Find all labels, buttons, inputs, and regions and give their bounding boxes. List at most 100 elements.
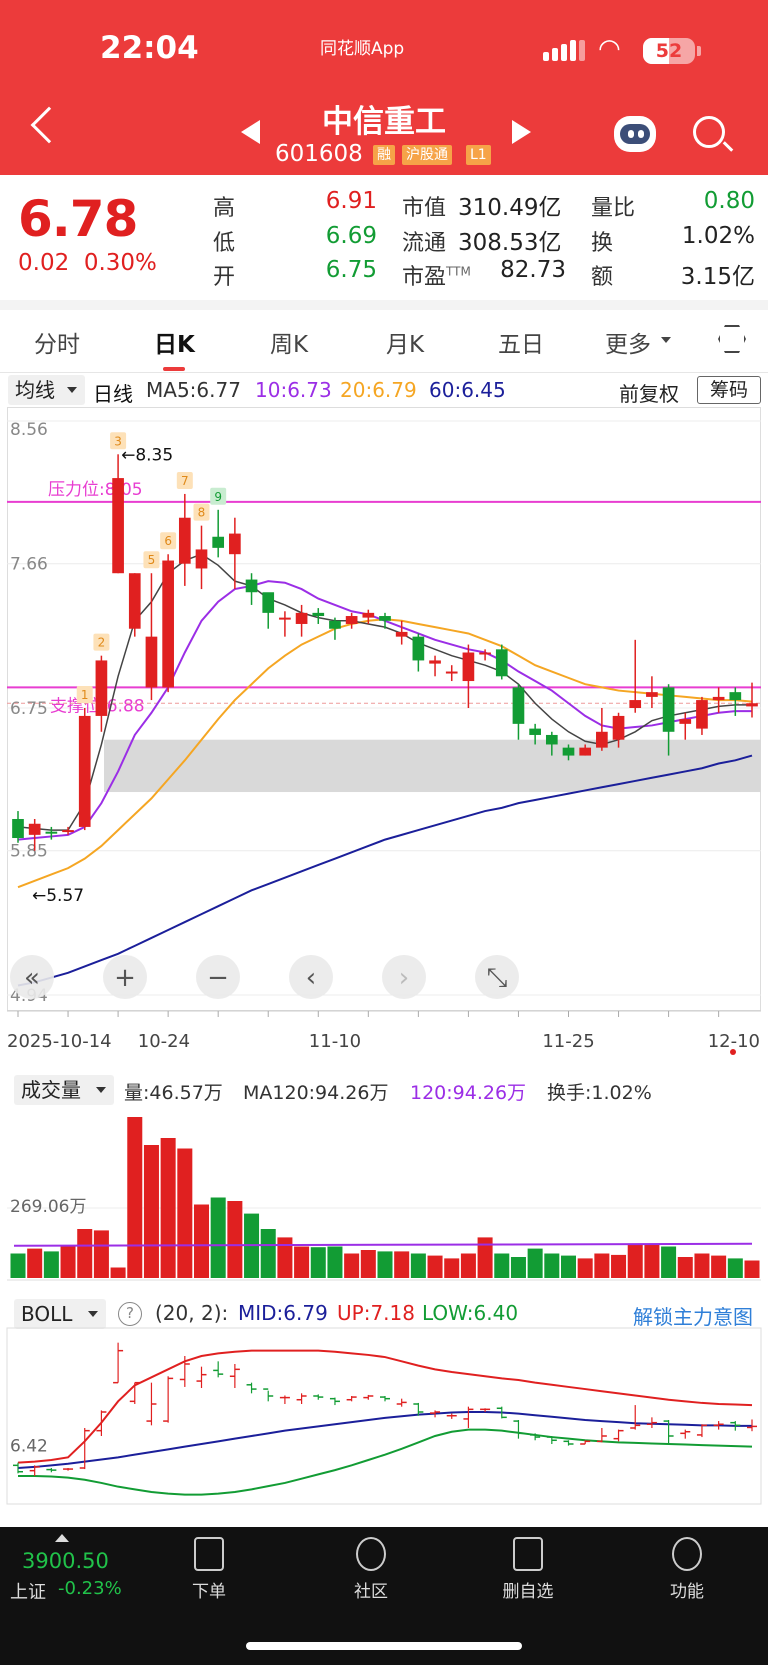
- candle-body: [212, 536, 225, 548]
- x-axis-label: 10-24: [138, 1031, 190, 1052]
- sequence-marker: 5: [148, 553, 156, 567]
- candle-body: [395, 631, 408, 637]
- candle-body: [579, 747, 592, 756]
- candle-body: [245, 579, 258, 593]
- index-change: -0.23%: [58, 1578, 122, 1599]
- candle-body: [362, 612, 375, 618]
- boll-low-line: [18, 1428, 753, 1496]
- candle-body: [229, 533, 241, 555]
- star-circle-icon: [356, 1537, 386, 1571]
- volume-bar: [377, 1251, 393, 1278]
- scroll-start-button[interactable]: «: [10, 955, 54, 999]
- volume-bar: [611, 1254, 627, 1278]
- index-name: 上证: [10, 1582, 46, 1603]
- nav-remove-watchlist[interactable]: 删自选: [478, 1537, 578, 1602]
- boll-chart[interactable]: 6.42: [0, 1290, 768, 1505]
- volume-bar: [694, 1253, 710, 1278]
- scroll-right-button[interactable]: ›: [382, 955, 426, 999]
- volume-bar: [210, 1197, 226, 1278]
- candle-body: [45, 831, 58, 834]
- scroll-start-icon: «: [24, 963, 40, 993]
- candle-body: [312, 612, 325, 617]
- sequence-marker: 8: [198, 506, 206, 520]
- volume-bar: [394, 1251, 410, 1278]
- candle-body: [495, 649, 508, 677]
- volume-value: 量:46.57万: [124, 1082, 223, 1104]
- index-value[interactable]: 3900.50: [22, 1549, 109, 1573]
- volume-bar: [477, 1237, 493, 1278]
- nav-community-label: 社区: [354, 1582, 388, 1602]
- candle-body: [429, 660, 441, 664]
- x-axis-label: 2025-10-14: [7, 1031, 112, 1052]
- volume-bar: [127, 1117, 143, 1278]
- zoom-in-button[interactable]: +: [103, 955, 147, 999]
- chevron-down-icon: [96, 1087, 106, 1093]
- candle-body: [545, 734, 558, 745]
- candle-body: [112, 478, 124, 574]
- volume-bar: [661, 1246, 677, 1278]
- x-axis-label: 11-10: [309, 1031, 361, 1052]
- volume-bar: [644, 1244, 660, 1278]
- volume-bar: [594, 1253, 610, 1278]
- candle-body: [28, 823, 41, 835]
- zoom-in-icon: +: [114, 963, 136, 993]
- candle-body: [629, 700, 642, 708]
- candle-body: [445, 671, 458, 674]
- x-axis-label: 11-25: [542, 1031, 594, 1052]
- sequence-marker: 2: [98, 636, 106, 650]
- volume-bar: [444, 1258, 460, 1278]
- support-zone: [104, 739, 761, 793]
- volume-bar: [93, 1230, 109, 1278]
- candle-body: [279, 617, 291, 620]
- boll-y-label: 6.42: [10, 1437, 48, 1457]
- volume-bar: [143, 1145, 159, 1278]
- volume-bar: [227, 1201, 243, 1278]
- volume-bar: [327, 1246, 343, 1278]
- candle-body: [596, 731, 608, 748]
- candle-body: [295, 612, 308, 624]
- volume-bar: [677, 1257, 693, 1278]
- volume-indicator-selector[interactable]: 成交量: [14, 1075, 114, 1105]
- zoom-out-button[interactable]: −: [196, 955, 240, 999]
- nav-community[interactable]: 社区: [321, 1537, 421, 1602]
- volume-chart[interactable]: 269.06万: [0, 1110, 768, 1282]
- candle-body: [662, 687, 675, 732]
- fullscreen-icon: ⤡: [487, 963, 508, 993]
- candle-body: [95, 660, 108, 716]
- volume-bar: [43, 1251, 59, 1278]
- pressure-label: 压力位:8.05: [48, 480, 143, 500]
- min-price-label: ←5.57: [32, 886, 84, 906]
- candle-body: [78, 715, 91, 827]
- y-axis-label: 5.85: [10, 842, 48, 862]
- candle-body: [178, 517, 191, 564]
- candle-body: [345, 616, 358, 624]
- volume-turnover: 换手:1.02%: [547, 1082, 652, 1104]
- fullscreen-button[interactable]: ⤡: [475, 955, 519, 999]
- volume-y-label: 269.06万: [10, 1197, 86, 1217]
- volume-bar: [27, 1248, 43, 1278]
- sequence-marker: 9: [214, 490, 222, 504]
- latest-date-dot: [730, 1049, 736, 1055]
- nav-order[interactable]: 下单: [159, 1537, 259, 1602]
- nav-functions[interactable]: 功能: [637, 1537, 737, 1602]
- volume-bar: [527, 1248, 543, 1278]
- volume-bar: [110, 1267, 126, 1278]
- kline-chart[interactable]: 8.567.666.755.854.94压力位:8.05支撑位:6.881235…: [0, 0, 768, 1060]
- volume-bar: [344, 1253, 360, 1278]
- candle-body: [479, 652, 491, 655]
- sequence-marker: 6: [164, 534, 172, 548]
- candle-body: [562, 747, 575, 756]
- nav-remove-watchlist-label: 删自选: [502, 1582, 554, 1602]
- candle-body: [412, 636, 425, 661]
- volume-bar: [727, 1258, 743, 1278]
- candle-body: [646, 692, 658, 697]
- scroll-left-button[interactable]: ‹: [289, 955, 333, 999]
- candle-body: [262, 592, 275, 613]
- candle-body: [162, 560, 174, 688]
- candle-body: [746, 703, 758, 707]
- minus-box-icon: [513, 1537, 543, 1571]
- volume-bar: [410, 1253, 426, 1278]
- max-price-label: ←8.35: [121, 445, 173, 465]
- volume-bar: [77, 1229, 93, 1278]
- volume-bar: [460, 1253, 476, 1278]
